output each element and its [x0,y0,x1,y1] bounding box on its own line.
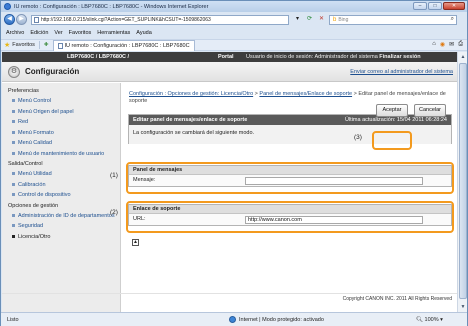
print-icon[interactable]: ⎙ [458,41,463,48]
star-icon[interactable]: ★ [4,41,10,49]
sidebar-item[interactable]: Administración de ID de departamentos [2,211,120,222]
logout-link[interactable]: Finalizar sesión [379,54,420,60]
status-bar: Listo Internet | Modo protegido: activad… [1,312,467,326]
title-bar: IU remoto : Configuración : LBP7680C : L… [1,1,467,12]
status-text: Listo [7,316,19,323]
menu-herramientas[interactable]: Herramientas [97,30,130,36]
menu-ver[interactable]: Ver [54,30,62,36]
url-text: http://192.168.0.215/slink.cgi?Action=GE… [41,16,211,23]
sidebar-item[interactable]: Red [2,117,120,128]
forward-button[interactable]: ▶ [16,14,27,25]
refresh-icon[interactable]: ⟳ [305,15,314,24]
mail-admin-link[interactable]: Enviar correo al administrador del siste… [350,69,453,75]
sidebar-item[interactable]: Menú Formato [2,128,120,139]
address-row: ◀ ▶ http://192.168.0.215/slink.cgi?Actio… [1,12,467,27]
panel-title: Editar panel de mensajes/enlace de sopor… [133,117,248,123]
sidebar-group-title: Preferencias [8,88,39,94]
login-user: Usuario de inicio de sesión: Administrad… [246,54,378,60]
browser-window: IU remoto : Configuración : LBP7680C : L… [0,0,468,326]
sidebar-item-current[interactable]: Licencia/Otro [2,232,120,243]
breadcrumb-link[interactable]: Configuración : Opciones de gestión: Lic… [129,91,253,97]
sidebar-item[interactable]: Menú Control [2,96,120,107]
feeds-icon[interactable]: ◉ [440,41,445,48]
favorites-bar: ★ Favoritos ✚ IU remoto : Configuración … [1,39,467,51]
zoom-level[interactable]: 100% [425,317,439,323]
scroll-thumb[interactable] [459,63,467,299]
dropdown-icon[interactable]: ▾ [293,15,302,24]
command-bar: ⌂ ◉ ✉ ⎙ [432,41,463,48]
highlight-accept [372,131,412,150]
favorites-label[interactable]: Favoritos [12,42,35,48]
address-bar[interactable]: http://192.168.0.215/slink.cgi?Action=GE… [31,14,289,25]
page-header: LBP7680C / LBP7680C / Portal Usuario de … [2,52,457,62]
search-box[interactable]: b Bing ⌕ [329,14,457,25]
message-field[interactable] [245,176,423,185]
sidebar-item[interactable]: Menú Calidad [2,138,120,149]
cancel-button[interactable]: Cancelar [414,104,446,117]
callout-3: (3) [354,134,362,141]
accept-button[interactable]: Aceptar [376,104,408,117]
settings-logo-icon: ⚙ [8,66,20,78]
mail-icon[interactable]: ✉ [449,41,454,48]
sidebar-item[interactable]: Menú Origen del papel [2,107,120,118]
bing-icon: b [333,16,337,23]
panel-message: La configuración se cambiará del siguien… [133,130,255,136]
support-link-section: Enlace de soporte URL: http://www.canon.… [128,204,452,226]
sidebar-group-title: Salida/Control [8,161,43,167]
search-icon[interactable]: ⌕ [451,16,454,23]
callout-2: (2) [110,209,118,216]
favorites-add-icon[interactable]: ✚ [44,42,49,48]
copyright: Copyright CANON INC. 2011 All Rights Res… [2,293,457,303]
section-title: Panel de mensajes [129,166,451,175]
url-field[interactable]: http://www.canon.com [245,215,423,224]
sidebar-item[interactable]: Seguridad [2,221,120,232]
window-title: IU remoto : Configuración : LBP7680C : L… [14,3,209,10]
device-model: LBP7680C / LBP7680C / [67,54,130,60]
scroll-down-icon[interactable]: ▼ [459,303,467,311]
breadcrumb-link[interactable]: Panel de mensajes/Enlace de soporte [259,91,352,97]
portal-link[interactable]: Portal [218,54,234,60]
breadcrumb: Configuración : Opciones de gestión: Lic… [129,91,446,104]
menu-favoritos[interactable]: Favoritos [69,30,92,36]
page-top-icon[interactable]: ▲ [132,239,139,246]
menu-ayuda[interactable]: Ayuda [136,30,152,36]
section-title: Enlace de soporte [129,205,451,214]
callout-1: (1) [110,172,118,179]
page-content: LBP7680C / LBP7680C / Portal Usuario de … [2,52,457,312]
sidebar-group-title: Opciones de gestión [8,202,59,209]
back-button[interactable]: ◀ [4,14,15,25]
globe-icon [229,316,236,323]
sidebar-item[interactable]: Menú de mantenimiento de usuario [2,149,120,160]
sidebar-item[interactable]: Menú Utilidad [2,169,120,180]
maximize-button[interactable]: □ [428,2,442,10]
zone-text: Internet | Modo protegido: activado [239,316,324,323]
search-placeholder: Bing [338,16,349,23]
home-icon[interactable]: ⌂ [432,41,436,48]
vertical-scrollbar[interactable]: ▲ ▼ [457,52,467,312]
menu-bar: Archivo Edición Ver Favoritos Herramient… [1,28,467,38]
minimize-button[interactable]: – [413,2,427,10]
sidebar: Preferencias Menú Control Menú Origen de… [2,83,121,312]
page-icon [34,16,39,23]
main-content: Configuración : Opciones de gestión: Lic… [110,83,456,312]
stop-icon[interactable]: ✕ [317,15,326,24]
ie-icon [4,3,11,10]
url-label: URL: [133,216,146,222]
message-panel-section: Panel de mensajes Mensaje: [128,165,452,187]
sidebar-item[interactable]: Calibración [2,180,120,191]
close-button[interactable]: ✕ [443,2,465,10]
tab-page-icon [57,42,63,49]
sidebar-item[interactable]: Control de dispositivo [2,190,120,201]
page-title: Configuración [25,67,80,76]
browser-tab[interactable]: IU remoto : Configuración : LBP7680C : L… [52,39,195,51]
page-title-bar: ⚙ Configuración Enviar correo al adminis… [2,62,457,82]
menu-archivo[interactable]: Archivo [6,30,24,36]
menu-edicion[interactable]: Edición [30,30,48,36]
tab-title: IU remoto : Configuración : LBP7680C : L… [64,42,190,49]
message-label: Mensaje: [133,177,156,183]
scroll-up-icon[interactable]: ▲ [459,53,467,61]
zoom-icon: 🔍︎ [416,316,423,323]
